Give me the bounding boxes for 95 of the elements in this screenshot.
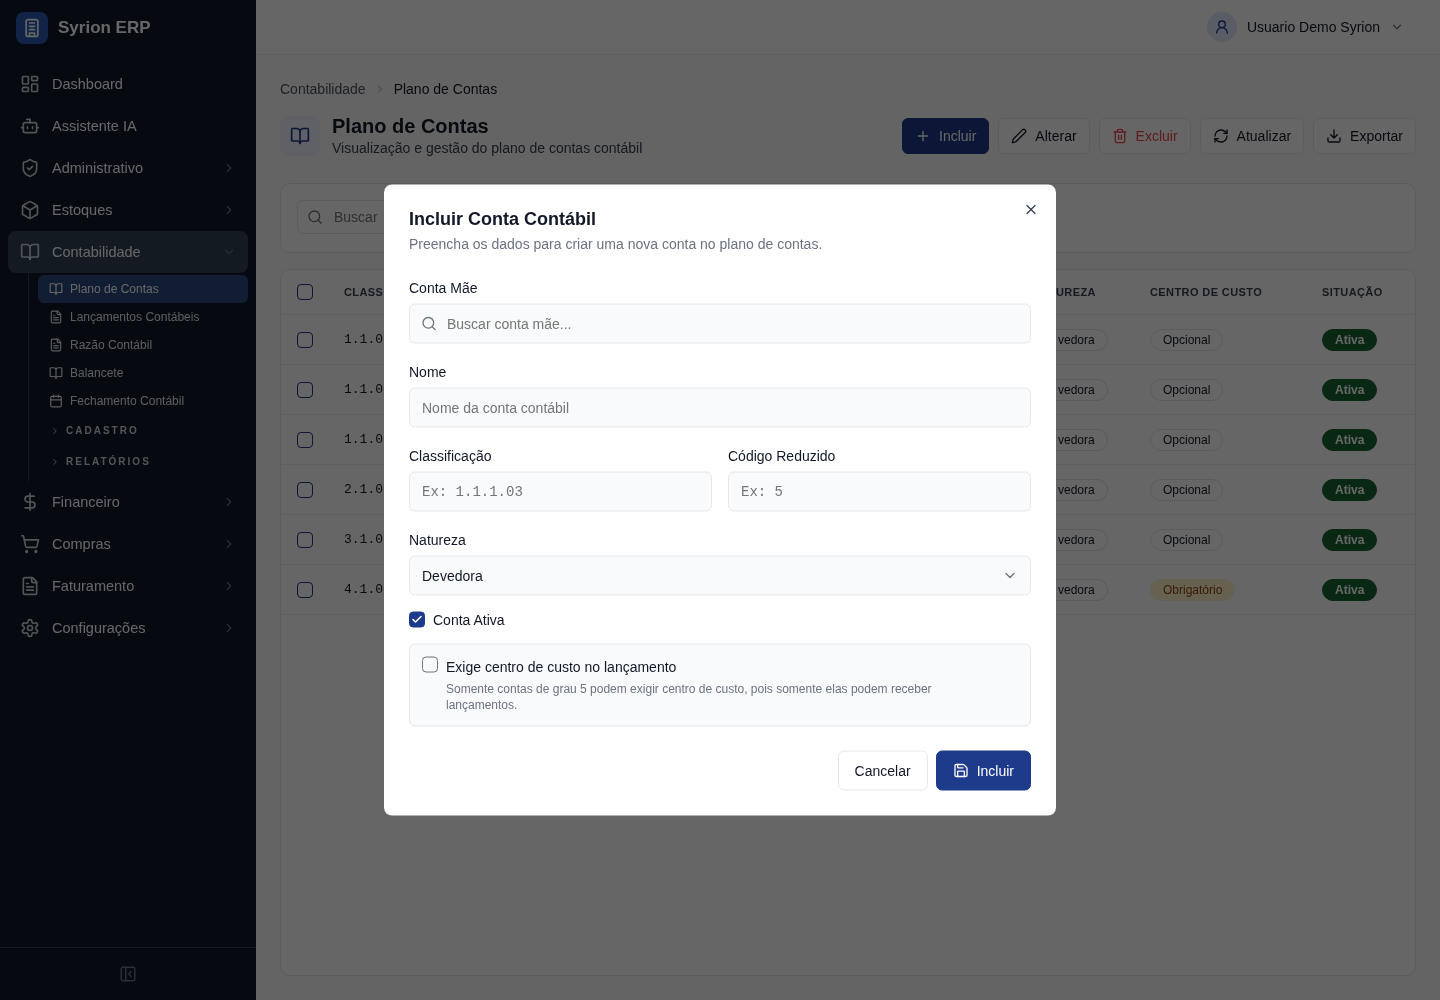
breadcrumb-item[interactable]: Contabilidade — [280, 81, 366, 97]
toolbar-button[interactable]: Atualizar — [1199, 117, 1305, 154]
check-icon — [411, 613, 423, 626]
book-icon — [20, 242, 40, 262]
table-cell: 1.1.0 — [344, 332, 384, 347]
toolbar-button[interactable]: Exportar — [1313, 117, 1416, 154]
input-field[interactable]: Ex: 5 — [728, 471, 1031, 512]
checkbox[interactable] — [297, 481, 313, 498]
checkbox-label: Exige centro de custo no lançamento — [446, 658, 678, 675]
settings-icon — [20, 618, 40, 638]
status-tag: Ativa — [1322, 328, 1378, 351]
table-cell: 1.1.0 — [344, 432, 384, 447]
sidebar-subitem[interactable]: Balancete — [38, 359, 248, 387]
breadcrumb-item: Plano de Contas — [393, 81, 498, 97]
field-label: Nome — [409, 363, 448, 380]
page-subtitle: Visualização e gestão do plano de contas contábil — [332, 140, 644, 156]
download-icon — [1326, 127, 1343, 144]
search-field[interactable]: Buscar conta mãe... — [409, 303, 1031, 344]
search-icon — [421, 315, 437, 332]
cost-center-tag: Obrigatório — [1150, 578, 1236, 601]
dialog-title: Incluir Conta Contábil — [409, 208, 597, 230]
column-header: CENTRO DE CUSTO — [1150, 286, 1264, 298]
sidebar-item[interactable]: Configurações — [8, 607, 248, 649]
sidebar-item[interactable]: Administrativo — [8, 147, 248, 189]
sidebar-item[interactable]: Financeiro — [8, 481, 248, 523]
checkbox[interactable] — [409, 611, 425, 628]
field-label: Natureza — [409, 531, 467, 548]
checkbox[interactable] — [422, 656, 438, 673]
sidebar-subitem[interactable]: Lançamentos Contábeis — [38, 303, 248, 331]
column-header: SITUAÇÃO — [1322, 286, 1384, 298]
sidebar-item[interactable]: Assistente IA — [8, 105, 248, 147]
status-tag: Ativa — [1322, 578, 1378, 601]
sidebar-section[interactable]: RELATÓRIOS — [38, 446, 248, 477]
cart-icon — [20, 534, 40, 554]
toolbar-button[interactable]: Incluir — [902, 117, 990, 154]
dialog-button[interactable]: Incluir — [935, 750, 1031, 791]
chevron-right-icon — [50, 456, 60, 467]
save-icon — [952, 762, 969, 779]
book-icon — [49, 366, 63, 380]
pencil-icon — [1011, 127, 1028, 144]
table-cell: 4.1.0 — [344, 582, 384, 597]
trash-icon — [1111, 127, 1128, 144]
user-menu[interactable]: Usuario Demo Syrion — [1206, 12, 1404, 42]
field-label: Código Reduzido — [728, 447, 837, 464]
input-field[interactable]: Nome da conta contábil — [409, 387, 1031, 428]
book-icon — [280, 115, 320, 156]
dialog-button[interactable]: Cancelar — [837, 750, 928, 791]
document-icon — [49, 338, 63, 352]
table-cell: 2.1.0 — [344, 482, 384, 497]
refresh-icon — [1212, 127, 1229, 144]
field-label: Conta Mãe — [409, 279, 479, 296]
sidebar-item[interactable]: Faturamento — [8, 565, 248, 607]
status-tag: Ativa — [1322, 378, 1378, 401]
field-label: Classificação — [409, 447, 493, 464]
sidebar-item[interactable]: Dashboard — [8, 63, 248, 105]
user-icon — [1206, 12, 1237, 42]
checkbox-label: Conta Ativa — [433, 611, 505, 628]
sidebar-section[interactable]: CADASTRO — [38, 415, 248, 446]
checkbox[interactable] — [297, 381, 313, 398]
sidebar-item[interactable]: Compras — [8, 523, 248, 565]
input-field[interactable]: Ex: 1.1.1.03 — [409, 471, 712, 512]
checkbox[interactable] — [297, 581, 313, 598]
page-title: Plano de Contas — [332, 115, 490, 138]
document-icon — [20, 576, 40, 596]
dialog-subtitle: Preencha os dados para criar uma nova conta no plano de contas. — [409, 235, 824, 252]
toolbar-button[interactable]: Alterar — [998, 117, 1090, 154]
status-tag: Ativa — [1322, 478, 1378, 501]
robot-icon — [20, 116, 40, 136]
checkbox[interactable] — [297, 431, 313, 448]
sidebar-subitem[interactable]: Razão Contábil — [38, 331, 248, 359]
chevron-right-icon — [50, 425, 60, 436]
table-cell: 1.1.0 — [344, 382, 384, 397]
checkbox[interactable] — [297, 284, 313, 300]
checkbox[interactable] — [297, 331, 313, 348]
calendar-icon — [49, 394, 63, 408]
shield-icon — [20, 158, 40, 178]
toolbar-button[interactable]: Excluir — [1098, 117, 1191, 154]
document-icon — [49, 310, 63, 324]
column-header: CLASS — [344, 286, 384, 298]
sidebar-subitem[interactable]: Plano de Contas — [38, 275, 248, 303]
grid-icon — [20, 74, 40, 94]
sidebar-subitem[interactable]: Fechamento Contábil — [38, 387, 248, 415]
hint-text: Somente contas de grau 5 podem exigir centro de custo, pois somente elas podem receber lançamentos. — [446, 680, 933, 713]
app-name: Syrion ERP — [58, 17, 151, 38]
checkbox[interactable] — [297, 531, 313, 548]
book-icon — [49, 282, 63, 296]
box-icon — [20, 200, 40, 220]
logo — [16, 11, 48, 44]
status-tag: Ativa — [1322, 528, 1378, 551]
sidebar-item[interactable]: Contabilidade — [8, 231, 248, 273]
sidebar-item[interactable]: Estoques — [8, 189, 248, 231]
select-field[interactable]: Devedora — [409, 555, 1031, 596]
status-tag: Ativa — [1322, 428, 1378, 451]
column-header: UREZA — [1056, 286, 1097, 298]
table-cell: 3.1.0 — [344, 532, 384, 547]
